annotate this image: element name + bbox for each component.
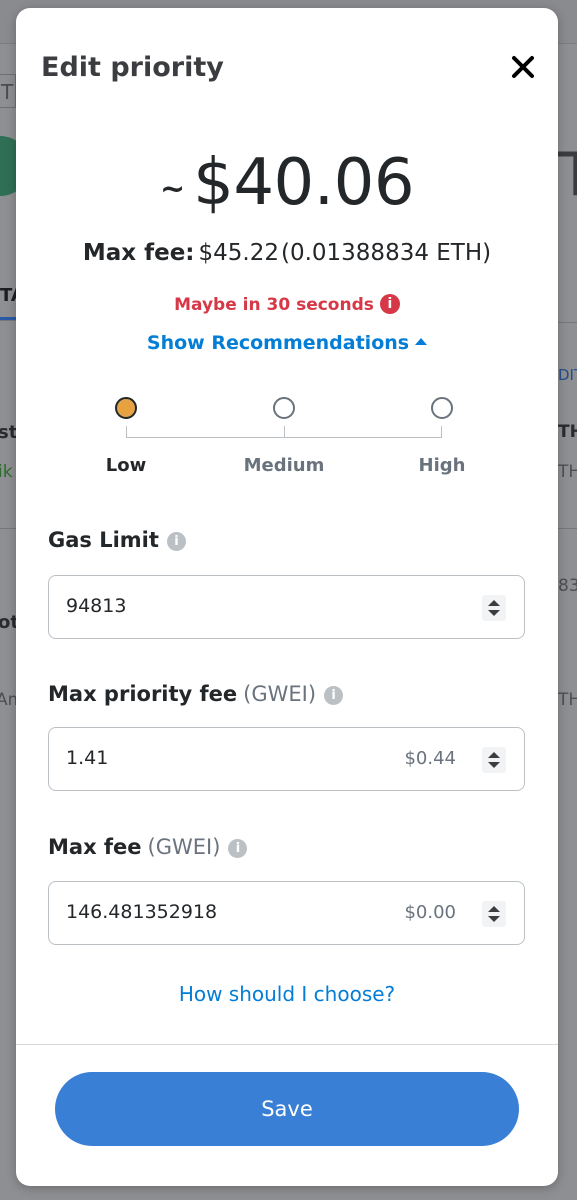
info-icon[interactable]: i — [324, 686, 344, 705]
background-right-text: T — [558, 140, 577, 210]
close-button[interactable] — [510, 54, 536, 80]
save-button[interactable]: Save — [55, 1072, 519, 1146]
how-to-choose-link[interactable]: How should I choose? — [16, 982, 558, 1006]
max-priority-fee-input[interactable]: 1.41 $0.44 — [48, 727, 525, 791]
modal-title: Edit priority — [41, 52, 224, 83]
modal-header: Edit priority — [16, 8, 558, 128]
background-green-text: ik — [0, 462, 13, 482]
max-fee-label: Max fee (GWEI) i — [48, 835, 248, 859]
fee-amount: $40.06 — [193, 146, 415, 220]
background-divider — [0, 320, 16, 321]
gas-limit-label: Gas Limit i — [48, 528, 186, 552]
radio-low[interactable] — [115, 397, 137, 419]
background-divider — [558, 322, 577, 323]
max-fee-label: Max fee: — [82, 240, 195, 266]
max-fee-summary: Max fee: $45.22(0.01388834 ETH) — [16, 240, 558, 266]
max-priority-fee-stepper[interactable] — [482, 747, 506, 773]
max-priority-fee-label: Max priority fee (GWEI) i — [48, 682, 344, 706]
chevron-up-icon[interactable] — [488, 906, 500, 912]
label-high[interactable]: High — [387, 455, 497, 476]
background-divider — [0, 528, 16, 529]
max-fee-stepper[interactable] — [482, 901, 506, 927]
max-fee-usd: $45.22 — [198, 240, 279, 266]
max-priority-fee-value: 1.41 — [66, 747, 109, 769]
slider-tick — [284, 426, 285, 438]
close-icon — [512, 56, 534, 78]
info-icon[interactable]: i — [228, 839, 248, 858]
gas-limit-label-text: Gas Limit — [48, 528, 159, 552]
max-fee-fiat: $0.00 — [404, 902, 456, 923]
info-icon[interactable]: i — [166, 532, 186, 551]
background-right-text: TH — [558, 462, 577, 482]
timing-estimate: Maybe in 30 seconds i — [16, 294, 558, 315]
fee-approx-symbol: ~ — [159, 171, 186, 207]
background-right-link: DIT — [558, 366, 577, 384]
show-recommendations-toggle[interactable]: Show Recommendations — [16, 332, 558, 354]
chevron-down-icon[interactable] — [488, 762, 500, 768]
edit-priority-modal: Edit priority ~ $40.06 Max fee: $45.22(0.0… — [16, 8, 558, 1186]
timing-text: Maybe in 30 seconds — [174, 295, 374, 315]
background-right-text: TH — [558, 690, 577, 710]
background-right-text: TH — [558, 422, 577, 442]
max-priority-fee-label-text: Max priority fee — [48, 682, 238, 706]
background-tab: T — [0, 74, 16, 108]
chevron-down-icon[interactable] — [488, 916, 500, 922]
show-recommendations-label: Show Recommendations — [146, 332, 410, 354]
max-fee-eth: (0.01388834 ETH) — [280, 240, 492, 266]
background-divider — [558, 528, 577, 529]
info-icon[interactable]: i — [379, 294, 400, 314]
background-right-text: 83 — [558, 576, 577, 596]
max-fee-unit: (GWEI) — [147, 835, 221, 859]
priority-level-selector: Low Medium High — [96, 388, 476, 488]
max-fee-label-text: Max fee — [48, 835, 142, 859]
gas-limit-input[interactable]: 94813 — [48, 575, 525, 639]
radio-high[interactable] — [431, 397, 453, 419]
background-active-tab: TA — [0, 276, 25, 320]
label-low[interactable]: Low — [71, 455, 181, 476]
caret-up-icon — [415, 338, 428, 345]
radio-medium[interactable] — [273, 397, 295, 419]
chevron-down-icon[interactable] — [488, 610, 500, 616]
gas-limit-value: 94813 — [66, 595, 127, 617]
background-text: st — [0, 422, 18, 443]
chevron-up-icon[interactable] — [488, 600, 500, 606]
label-medium[interactable]: Medium — [229, 455, 339, 476]
max-fee-value: 146.481352918 — [66, 901, 218, 923]
estimated-fee: ~ $40.06 — [16, 146, 558, 220]
footer-divider — [16, 1044, 558, 1045]
max-fee-input[interactable]: 146.481352918 $0.00 — [48, 881, 525, 945]
gas-limit-stepper[interactable] — [482, 595, 506, 621]
max-priority-fee-unit: (GWEI) — [243, 682, 317, 706]
max-priority-fee-fiat: $0.44 — [404, 748, 456, 769]
chevron-up-icon[interactable] — [488, 752, 500, 758]
